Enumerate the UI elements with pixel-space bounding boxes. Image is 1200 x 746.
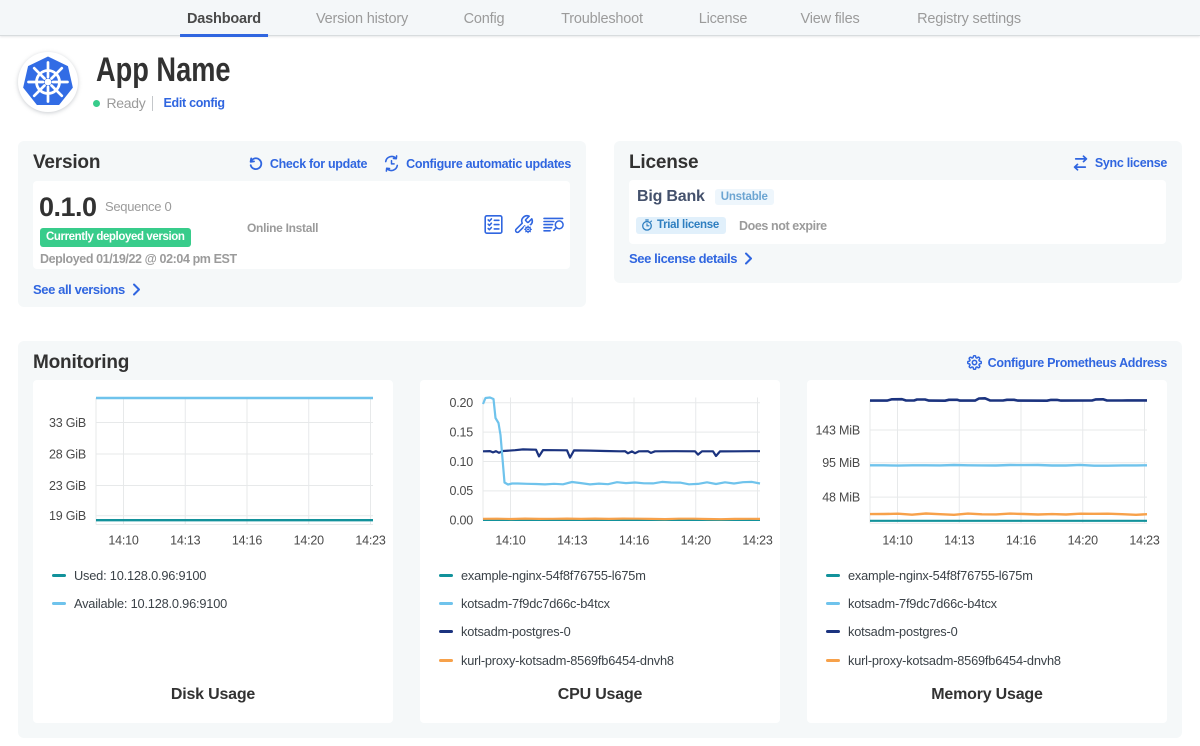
svg-text:0.10: 0.10: [449, 455, 473, 469]
svg-text:143 MiB: 143 MiB: [816, 423, 860, 437]
svg-text:14:10: 14:10: [882, 533, 913, 547]
svg-text:14:16: 14:16: [232, 533, 263, 547]
svg-text:0.15: 0.15: [449, 425, 473, 439]
svg-text:23 GiB: 23 GiB: [49, 479, 86, 493]
svg-text:14:20: 14:20: [1068, 533, 1099, 547]
svg-text:14:16: 14:16: [1006, 533, 1037, 547]
svg-text:14:23: 14:23: [1129, 533, 1160, 547]
svg-text:14:20: 14:20: [294, 533, 325, 547]
svg-text:14:23: 14:23: [742, 533, 773, 547]
svg-text:0.20: 0.20: [449, 396, 473, 410]
svg-text:14:16: 14:16: [619, 533, 650, 547]
svg-text:14:13: 14:13: [944, 533, 975, 547]
svg-text:14:13: 14:13: [557, 533, 588, 547]
svg-text:14:10: 14:10: [108, 533, 139, 547]
svg-text:14:10: 14:10: [495, 533, 526, 547]
svg-text:0.00: 0.00: [449, 514, 473, 528]
svg-text:19 GiB: 19 GiB: [49, 509, 86, 523]
svg-text:14:13: 14:13: [170, 533, 201, 547]
svg-text:28 GiB: 28 GiB: [49, 447, 86, 461]
svg-text:14:23: 14:23: [355, 533, 386, 547]
svg-text:48 MiB: 48 MiB: [822, 490, 860, 504]
svg-text:14:20: 14:20: [681, 533, 712, 547]
svg-text:0.05: 0.05: [449, 484, 473, 498]
svg-text:95 MiB: 95 MiB: [822, 456, 860, 470]
svg-text:33 GiB: 33 GiB: [49, 416, 86, 430]
